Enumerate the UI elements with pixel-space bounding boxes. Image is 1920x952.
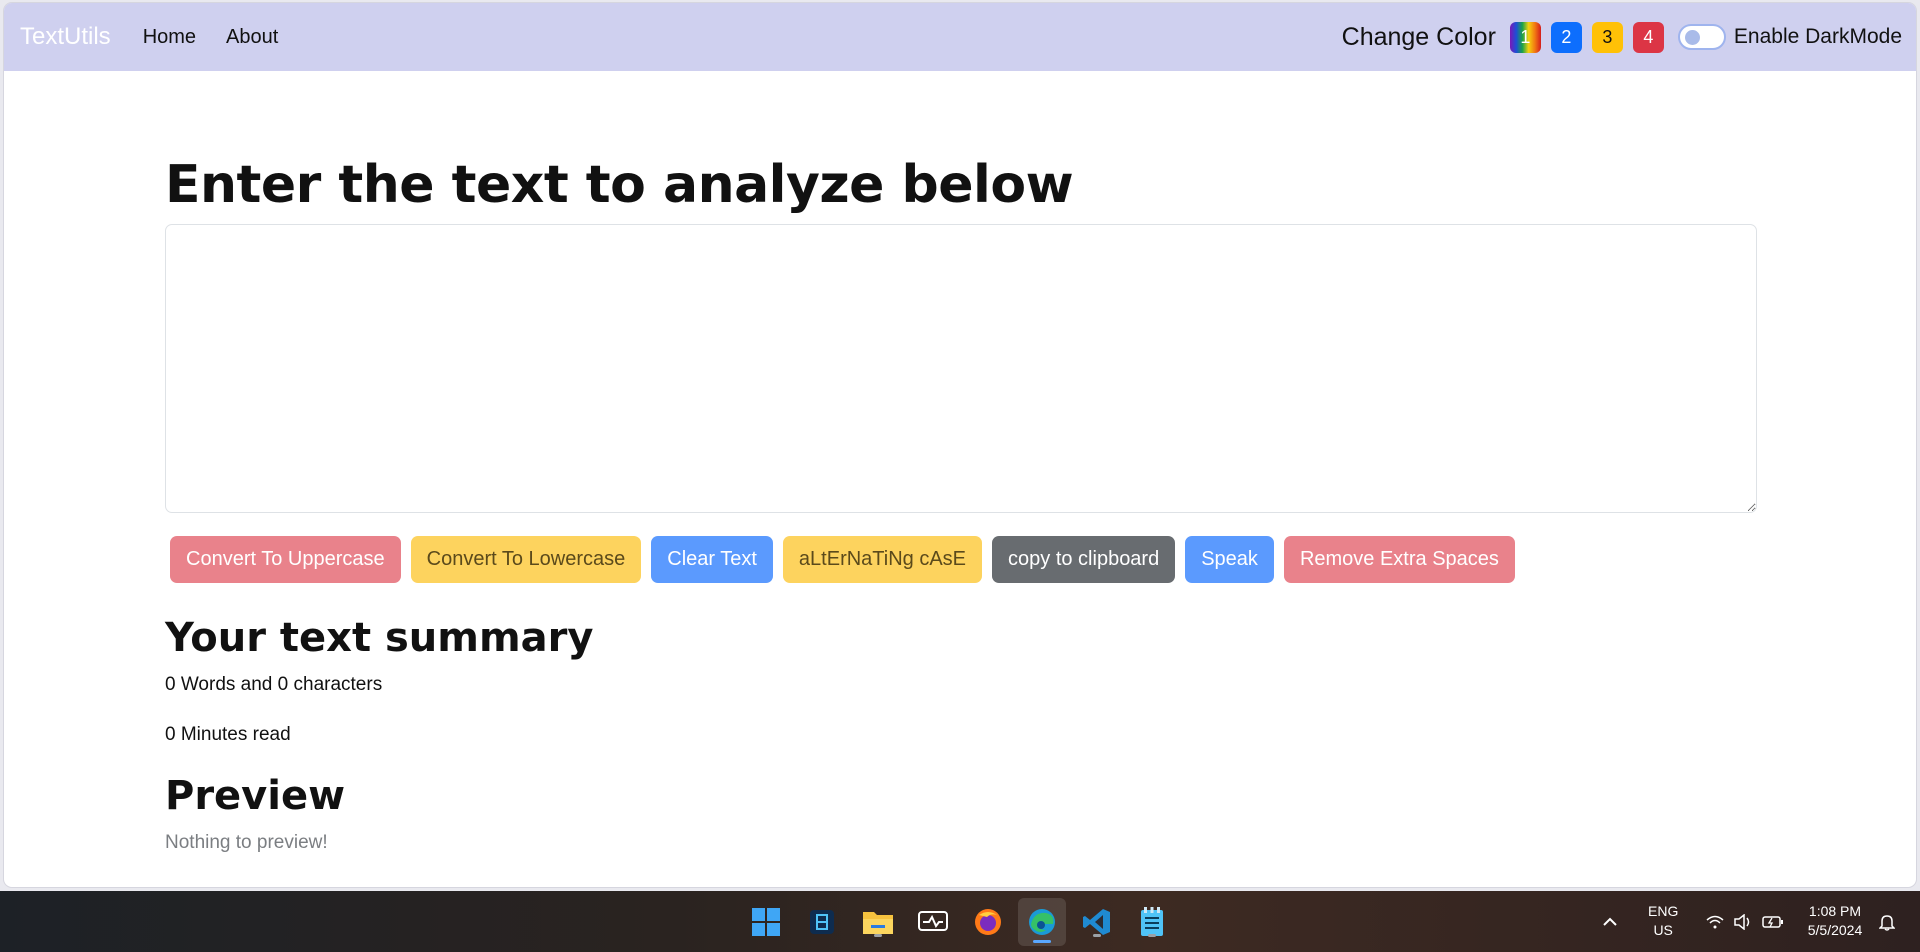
taskbar: ENG US 1:08 PM 5/5/2024 bbox=[0, 891, 1920, 952]
running-indicator bbox=[874, 934, 882, 937]
lowercase-button[interactable]: Convert To Lowercase bbox=[410, 536, 642, 583]
edge-icon[interactable] bbox=[1018, 898, 1066, 946]
change-color-label: Change Color bbox=[1341, 22, 1496, 51]
brand-link[interactable]: TextUtils bbox=[20, 23, 111, 51]
summary-heading: Your text summary bbox=[165, 615, 594, 661]
battery-icon[interactable] bbox=[1762, 904, 1784, 940]
active-indicator bbox=[1033, 940, 1051, 943]
browser-viewport: TextUtils Home About Change Color 1 2 3 … bbox=[4, 3, 1916, 887]
page-title: Enter the text to analyze below bbox=[165, 155, 1074, 215]
monitor-icon[interactable] bbox=[915, 904, 951, 940]
nav-home-link[interactable]: Home bbox=[143, 26, 196, 49]
color-swatch-4[interactable]: 4 bbox=[1632, 21, 1664, 53]
chevron-up-icon[interactable] bbox=[1600, 904, 1620, 940]
navbar: TextUtils Home About Change Color 1 2 3 … bbox=[4, 3, 1916, 71]
nav-right-controls: Change Color 1 2 3 4 Enable DarkMode bbox=[1342, 3, 1902, 71]
color-swatch-3[interactable]: 3 bbox=[1591, 21, 1623, 53]
clear-text-button[interactable]: Clear Text bbox=[651, 536, 773, 583]
darkmode-toggle[interactable] bbox=[1677, 24, 1726, 50]
darkmode-label: Enable DarkMode bbox=[1733, 25, 1902, 48]
remove-spaces-button[interactable]: Remove Extra Spaces bbox=[1283, 536, 1515, 583]
clock-date: 5/5/2024 bbox=[1807, 922, 1863, 938]
minutes-read-text: 0 Minutes read bbox=[165, 724, 291, 745]
vscode-icon[interactable] bbox=[1079, 904, 1115, 940]
color-swatch-2[interactable]: 2 bbox=[1550, 21, 1582, 53]
speak-button[interactable]: Speak bbox=[1185, 536, 1274, 583]
preview-text: Nothing to preview! bbox=[165, 832, 328, 853]
word-count-text: 0 Words and 0 characters bbox=[165, 674, 383, 695]
action-buttons: Convert To Uppercase Convert To Lowercas… bbox=[170, 536, 1525, 583]
color-swatch-1[interactable]: 1 bbox=[1509, 21, 1541, 53]
language-bottom: US bbox=[1653, 922, 1673, 938]
volume-icon[interactable] bbox=[1732, 904, 1754, 940]
copy-clipboard-button[interactable]: copy to clipboard bbox=[992, 536, 1176, 583]
language-top: ENG bbox=[1648, 903, 1679, 919]
clock[interactable]: 1:08 PM 5/5/2024 bbox=[1800, 902, 1870, 940]
alternating-case-button[interactable]: aLtErNaTiNg cAsE bbox=[782, 536, 983, 583]
file-explorer-icon[interactable] bbox=[860, 904, 896, 940]
language-indicator[interactable]: ENG US bbox=[1648, 902, 1678, 940]
notepad-icon[interactable] bbox=[1134, 904, 1170, 940]
text-input-area[interactable] bbox=[165, 224, 1757, 513]
toggle-knob bbox=[1684, 30, 1700, 45]
running-indicator bbox=[1093, 934, 1101, 937]
running-indicator bbox=[1148, 934, 1156, 937]
nav-about-link[interactable]: About bbox=[226, 26, 278, 49]
wifi-icon[interactable] bbox=[1705, 904, 1725, 940]
uppercase-button[interactable]: Convert To Uppercase bbox=[170, 536, 401, 583]
windows-start-icon[interactable] bbox=[748, 904, 784, 940]
clock-time: 1:08 PM bbox=[1808, 903, 1862, 919]
notification-bell-icon[interactable] bbox=[1876, 904, 1898, 940]
firefox-icon[interactable] bbox=[970, 904, 1006, 940]
app-icon[interactable] bbox=[804, 904, 840, 940]
preview-heading: Preview bbox=[165, 773, 346, 819]
